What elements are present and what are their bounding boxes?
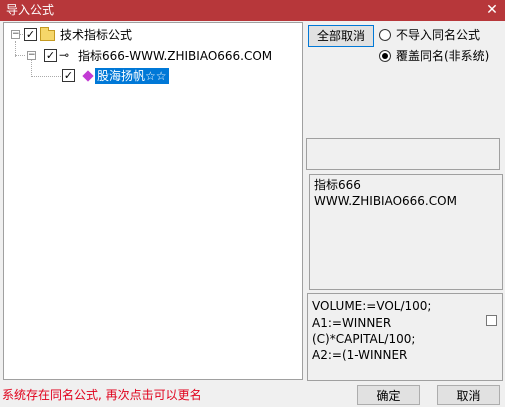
tree-checkbox-group[interactable]: ✓ xyxy=(44,49,57,62)
title-bar[interactable]: 导入公式 ✕ xyxy=(0,0,505,21)
import-formula-dialog: 导入公式 ✕ − ✓ 技术指标公式 − ✓ ⊸ 指标666-WWW.ZHIBIA… xyxy=(0,0,505,407)
option-label: 不导入同名公式 xyxy=(396,28,481,42)
folder-icon xyxy=(40,27,55,41)
code-line: (C)*CAPITAL/100; xyxy=(312,332,416,346)
window-title: 导入公式 xyxy=(6,3,55,17)
radio-skip-same-name[interactable] xyxy=(379,29,391,41)
info-panel xyxy=(306,138,500,170)
code-line: A2:=(1-WINNER xyxy=(312,348,408,362)
tree-node-label: 技术指标公式 xyxy=(60,28,133,42)
formula-diamond-icon xyxy=(82,70,94,82)
tree-checkbox-formula[interactable]: ✓ xyxy=(62,69,75,82)
description-line: WWW.ZHIBIAO666.COM xyxy=(314,194,457,208)
description-line: 指标666 xyxy=(314,178,361,192)
tree-node-label: 股海扬帆☆☆ xyxy=(95,68,169,84)
close-icon[interactable]: ✕ xyxy=(483,1,501,19)
tree-checkbox-root[interactable]: ✓ xyxy=(24,28,37,41)
cancel-button[interactable]: 取消 xyxy=(437,385,500,405)
description-panel: 指标666 WWW.ZHIBIAO666.COM xyxy=(309,174,503,290)
code-line: VOLUME:=VOL/100; xyxy=(312,299,432,313)
code-preview-checkbox[interactable] xyxy=(486,315,497,326)
tree-node-label: 指标666-WWW.ZHIBIAO666.COM xyxy=(78,49,273,63)
tree-expander[interactable]: − xyxy=(11,30,20,39)
radio-overwrite[interactable] xyxy=(379,50,391,62)
option-label: 覆盖同名(非系统) xyxy=(396,49,490,63)
code-line: A1:=WINNER xyxy=(312,316,392,330)
tree-node-formula[interactable]: ✓ 股海扬帆☆☆ xyxy=(4,67,204,85)
option-overwrite[interactable]: 覆盖同名(非系统) xyxy=(379,48,503,64)
option-skip-same-name[interactable]: 不导入同名公式 xyxy=(379,27,503,43)
tree-expander[interactable]: − xyxy=(27,51,36,60)
deselect-all-button[interactable]: 全部取消 xyxy=(308,25,374,47)
key-icon: ⊸ xyxy=(59,48,70,62)
status-message: 系统存在同名公式, 再次点击可以更名 xyxy=(2,388,202,402)
tree-node-root[interactable]: − ✓ 技术指标公式 xyxy=(4,26,204,44)
tree-node-group[interactable]: − ✓ ⊸ 指标666-WWW.ZHIBIAO666.COM xyxy=(4,47,300,65)
formula-tree[interactable]: − ✓ 技术指标公式 − ✓ ⊸ 指标666-WWW.ZHIBIAO666.CO… xyxy=(3,22,303,380)
ok-button[interactable]: 确定 xyxy=(357,385,420,405)
formula-code-preview[interactable]: VOLUME:=VOL/100; A1:=WINNER (C)*CAPITAL/… xyxy=(307,293,503,381)
